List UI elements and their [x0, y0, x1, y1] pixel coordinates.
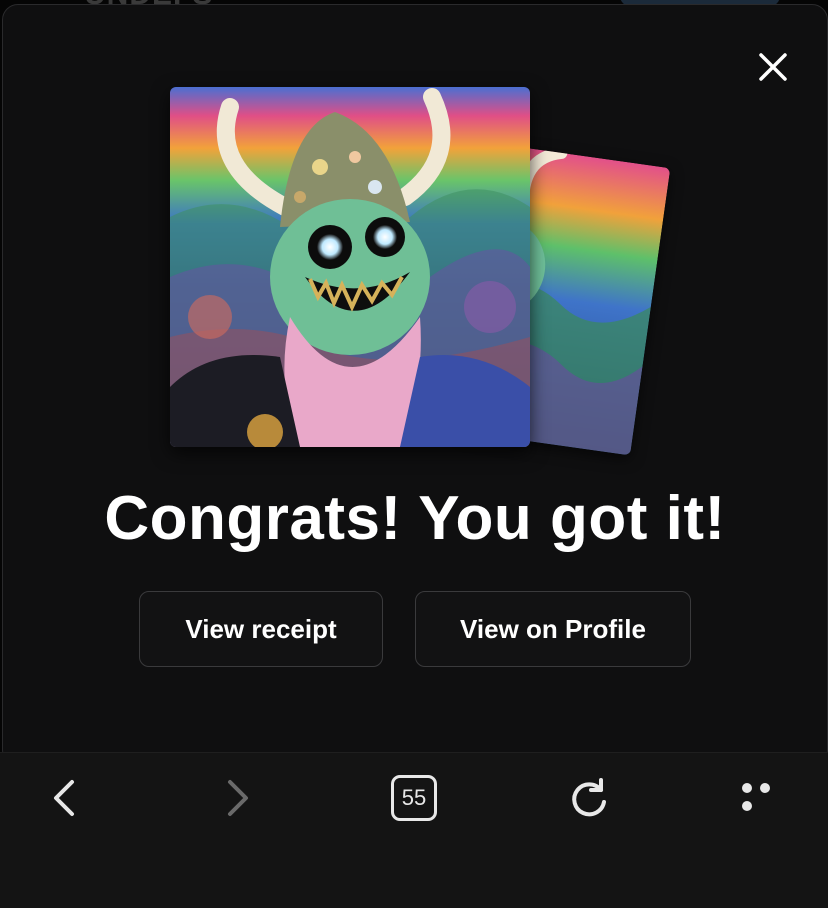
browser-toolbar: 55 — [0, 752, 828, 908]
tabs-button[interactable]: 55 — [386, 773, 442, 823]
purchase-success-modal: Congrats! You got it! View receipt View … — [2, 4, 828, 766]
collectible-card-stack — [3, 5, 827, 465]
chevron-right-icon — [228, 780, 248, 816]
view-on-profile-button[interactable]: View on Profile — [415, 591, 691, 667]
more-dots-icon — [738, 780, 790, 816]
forward-button[interactable] — [216, 773, 260, 823]
chevron-left-icon — [54, 780, 74, 816]
view-receipt-button[interactable]: View receipt — [139, 591, 383, 667]
tab-count: 55 — [391, 775, 437, 821]
success-headline: Congrats! You got it! — [104, 484, 726, 553]
reload-button[interactable] — [564, 773, 614, 823]
reload-icon — [572, 778, 606, 817]
collectible-card-front — [170, 87, 530, 447]
back-button[interactable] — [42, 773, 86, 823]
page: UNDEFS — [0, 0, 828, 908]
more-button[interactable] — [738, 773, 790, 823]
collectible-artwork-front — [170, 87, 530, 447]
